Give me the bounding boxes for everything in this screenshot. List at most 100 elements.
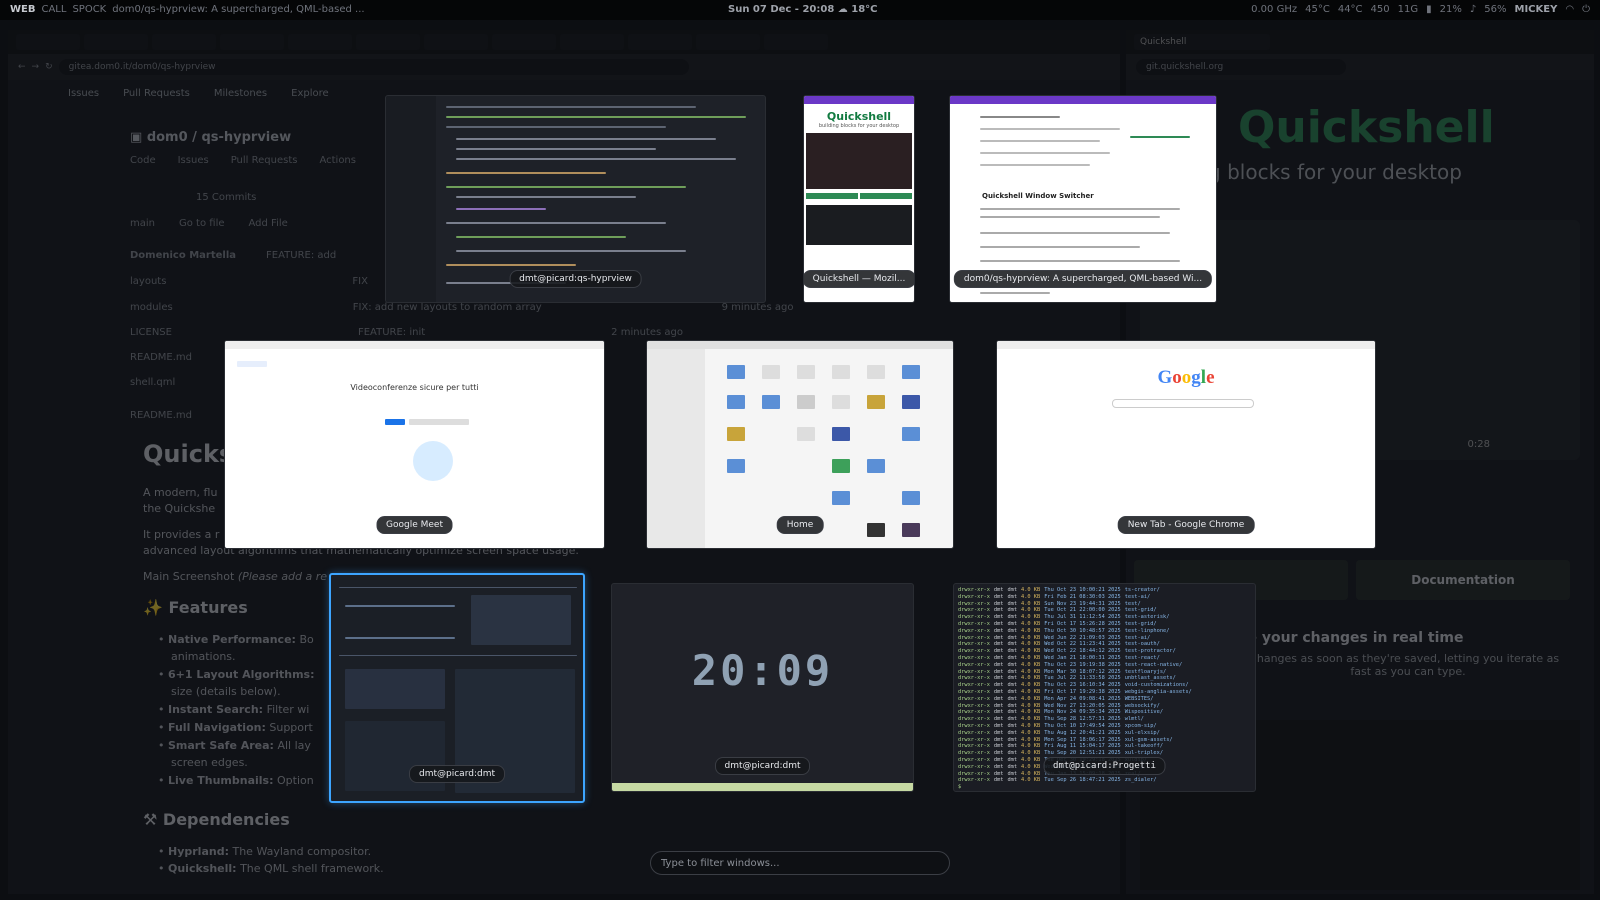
terminal-row: drwxr-xr-x dmt dmt 4.0 KB Wed Oct 22 18:44:1… — [958, 648, 1251, 655]
file-name: test-linphone/ — [1124, 627, 1170, 634]
file-owner: dmt — [993, 675, 1004, 682]
workspace-web[interactable]: WEB — [10, 0, 35, 20]
folder-icon — [902, 427, 920, 441]
file-icon — [832, 427, 850, 441]
terminal-row: drwxr-xr-x dmt dmt 4.0 KB Mon Sep 17 18:06:1… — [958, 737, 1251, 744]
window-thumb-clock[interactable]: 20:09 dmt@picard:dmt — [611, 583, 914, 792]
file-owner: dmt — [993, 750, 1004, 757]
wifi-icon[interactable]: ◠ — [1565, 0, 1574, 20]
file-mode: drwxr-xr-x — [958, 675, 990, 682]
file-group: dmt — [1007, 614, 1018, 621]
browser-tab — [764, 34, 828, 50]
file-group: dmt — [1007, 695, 1018, 702]
terminal-row: drwxr-xr-x dmt dmt 4.0 KB Wed Jun 22 21:09:0… — [958, 635, 1251, 642]
window-thumb-files-home[interactable]: Home — [646, 340, 954, 549]
tab-strip — [8, 30, 1120, 54]
code-line — [456, 148, 656, 150]
feature-item: • Smart Safe Area: All lay — [158, 739, 311, 752]
file-date: Thu Oct 23 19:19:38 2025 — [1044, 661, 1121, 668]
feature-item: size (details below). — [171, 685, 281, 698]
temp-secondary: 44°C — [1337, 4, 1363, 15]
file-owner: dmt — [993, 627, 1004, 634]
features-heading-text: Features — [168, 598, 248, 617]
clock-time: 20:09 — [691, 646, 834, 695]
file-group: dmt — [1007, 750, 1018, 757]
file-size: 4.0 KB — [1021, 743, 1041, 750]
text-line — [980, 216, 1160, 218]
file-mode: drwxr-xr-x — [958, 695, 990, 702]
documentation-button: Documentation — [1356, 560, 1570, 600]
workspace-spock[interactable]: SPOCK — [72, 0, 106, 20]
feature-title: Full Navigation: — [168, 721, 266, 734]
file-date: Thu Aug 12 20:41:21 2025 — [1044, 729, 1121, 736]
window-label: dmt@picard:dmt — [714, 757, 811, 775]
browser-tab — [84, 34, 148, 50]
user-name[interactable]: MICKEY — [1515, 0, 1558, 20]
file-group: dmt — [1007, 654, 1018, 661]
terminal-row: drwxr-xr-x dmt dmt 4.0 KB Wed Oct 22 11:23:4… — [958, 641, 1251, 648]
battery-icon: ▮ — [1426, 4, 1432, 15]
feature-title: Instant Search: — [168, 703, 264, 716]
file-owner: dmt — [993, 709, 1004, 716]
url-bar: ← → ↻ gitea.dom0.it/dom0/qs-hyprview — [8, 54, 1120, 80]
file-group: dmt — [1007, 716, 1018, 723]
window-thumb-google-meet[interactable]: Videoconferenze sicure per tutti Google … — [224, 340, 605, 549]
file-date: Tue Sep 26 18:47:21 2025 — [1044, 777, 1121, 784]
new-meeting-button — [385, 419, 405, 425]
file-size: 4.0 KB — [1021, 600, 1041, 607]
file-name: test-ai/ — [1124, 593, 1151, 600]
volume-icon[interactable]: ♪ — [1470, 0, 1476, 20]
file-name: test-oauth/ — [1124, 641, 1160, 648]
window-thumb-chrome[interactable]: Google New Tab - Google Chrome — [996, 340, 1376, 549]
file-group: dmt — [1007, 722, 1018, 729]
terminal-row: drwxr-xr-x dmt dmt 4.0 KB Thu Oct 23 16:10:3… — [958, 682, 1251, 689]
browser-tab — [220, 34, 284, 50]
file-owner: dmt — [993, 695, 1004, 702]
file-name: test-react-native/ — [1124, 661, 1183, 668]
repo-name: qs-hyprview — [201, 130, 292, 145]
meeting-code-input — [409, 419, 469, 425]
window-thumb-editor[interactable]: dmt@picard:qs-hyprview — [385, 95, 766, 303]
file-owner: dmt — [993, 614, 1004, 621]
window-thumb-gitea[interactable]: Quickshell Window Switcher dom0/qs-hyprv… — [949, 95, 1217, 303]
file-name: LICENSE — [130, 327, 172, 338]
terminal-row: drwxr-xr-x dmt dmt 4.0 KB Wed Jan 21 18:00:3… — [958, 655, 1251, 662]
file-mode: drwxr-xr-x — [958, 770, 990, 777]
window-thumb-quickshell-mozilla[interactable]: Quickshell building blocks for your desk… — [803, 95, 915, 303]
file-mode: drwxr-xr-x — [958, 634, 990, 641]
file-mode: drwxr-xr-x — [958, 688, 990, 695]
file-mode: drwxr-xr-x — [958, 661, 990, 668]
workspace-call[interactable]: CALL — [41, 0, 66, 20]
file-size: 4.0 KB — [1021, 607, 1041, 614]
file-name: test-react/ — [1124, 654, 1160, 661]
file-mode: drwxr-xr-x — [958, 763, 990, 770]
power-icon[interactable]: ⏻ — [1582, 0, 1590, 20]
url-bar: git.quickshell.org — [1126, 54, 1594, 80]
window-thumb-terminal[interactable]: drwxr-xr-x dmt dmt 4.0 KB Thu Oct 23 10:00:2… — [953, 583, 1256, 792]
terminal-row: drwxr-xr-x dmt dmt 4.0 KB Thu Aug 12 20:41:2… — [958, 730, 1251, 737]
terminal-row: drwxr-xr-x dmt dmt 4.0 KB Fri Feb 21 08:30:0… — [958, 594, 1251, 601]
cpu-stats — [471, 595, 571, 645]
text-line — [980, 164, 1090, 166]
window-filter-input[interactable] — [650, 851, 950, 875]
repo-tab-actions: Actions — [319, 155, 356, 166]
dependency-title: Quickshell: — [168, 862, 237, 875]
window-thumb-btop-selected[interactable]: dmt@picard:dmt — [329, 573, 585, 803]
file-size: 4.0 KB — [1021, 620, 1041, 627]
file-mode: drwxr-xr-x — [958, 641, 990, 648]
file-size: 4.0 KB — [1021, 654, 1041, 661]
file-group: dmt — [1007, 668, 1018, 675]
browser-header — [804, 96, 914, 104]
branch-select: main — [130, 218, 155, 229]
file-owner: dmt — [993, 593, 1004, 600]
volume[interactable]: 56% — [1484, 0, 1506, 20]
datetime: Sun 07 Dec - 20:08 — [728, 4, 835, 15]
file-icon — [727, 427, 745, 441]
terminal-row: drwxr-xr-x dmt dmt 4.0 KB Thu Sep 28 12:57:3… — [958, 716, 1251, 723]
file-group: dmt — [1007, 627, 1018, 634]
main-screenshot-note: (Please add a re — [237, 570, 328, 583]
file-owner: dmt — [993, 682, 1004, 689]
branch-row: main Go to file Add File — [130, 218, 288, 229]
commit-message: FEATURE: add — [266, 250, 337, 261]
browser-tab — [356, 34, 420, 50]
